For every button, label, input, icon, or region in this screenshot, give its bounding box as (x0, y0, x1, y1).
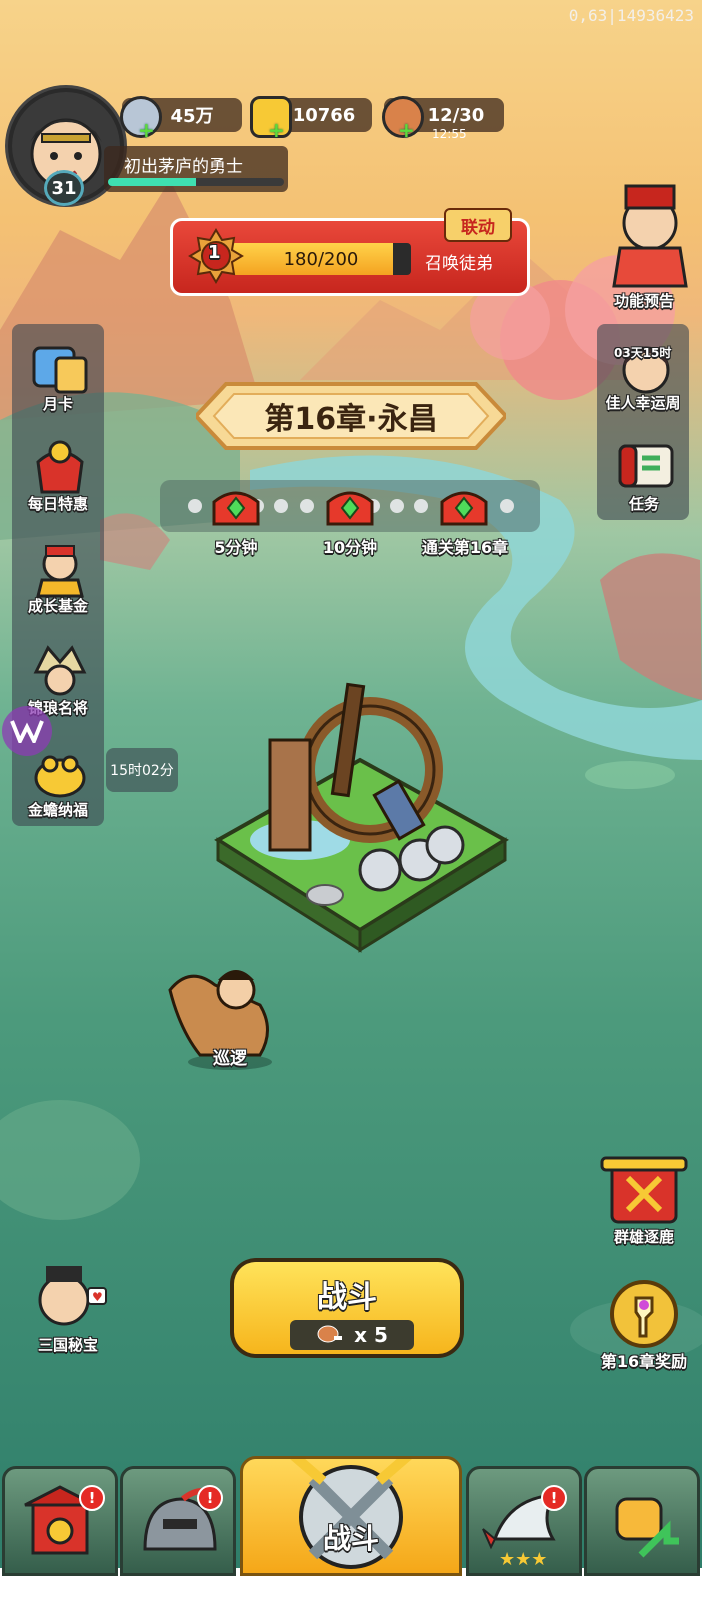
battle-button[interactable]: 战斗 x 5 (230, 1258, 464, 1358)
tab-battle-label: 战斗 (322, 1522, 379, 1555)
gold-plus-icon[interactable]: + (268, 118, 285, 142)
gold-value: 10766 (292, 104, 356, 126)
shop-gate-icon (24, 1485, 96, 1555)
quest-label: 任务 (628, 495, 659, 513)
progress-dot (188, 499, 202, 513)
left-menu-label-0: 月卡 (42, 395, 73, 413)
player-level: 31 (44, 170, 84, 206)
battle-label: 战斗 (317, 1280, 377, 1315)
battle-cost-value: x 5 (354, 1323, 388, 1347)
tab-shop[interactable]: ! (2, 1466, 118, 1576)
treasure-label: 三国秘宝 (37, 1336, 98, 1354)
progress-dot (300, 499, 314, 513)
xp-fill (108, 178, 196, 186)
meat-icon (317, 1325, 343, 1343)
tab-heroes[interactable]: ★★★ ! (466, 1466, 582, 1576)
debug-readout: 0,63|14936423 (568, 6, 694, 25)
tab-shop-badge: ! (79, 1485, 105, 1511)
silver-plus-icon[interactable]: + (138, 118, 155, 142)
tab-equipment-badge: ! (197, 1485, 223, 1511)
helmet-icon (143, 1488, 222, 1551)
tab-upgrade[interactable] (584, 1466, 700, 1576)
svg-text:★★★: ★★★ (499, 1549, 547, 1570)
chapter-title: 第16章·永昌 (264, 402, 438, 437)
left-menu-label-4: 金蟾纳福 (27, 801, 88, 819)
chest-icon[interactable] (210, 484, 262, 528)
horn-stars-icon: ★★★ (482, 1493, 556, 1570)
chapter-reward-track (160, 480, 540, 532)
arena-label: 群雄逐鹿 (613, 1228, 674, 1246)
chest-icon[interactable] (324, 484, 376, 528)
floating-assistant-button[interactable] (2, 706, 52, 756)
progress-dot (500, 499, 514, 513)
progress-dot (274, 499, 288, 513)
fist-upgrade-icon (615, 1497, 679, 1558)
reward-label-1: 10分钟 (322, 538, 378, 557)
summon-progress-text: 180/200 (283, 248, 359, 270)
chest-icon[interactable] (438, 484, 490, 528)
stamina-timer: 12:55 (432, 127, 467, 141)
collab-tag: 联动 (444, 208, 512, 242)
chapter-reward-key-icon[interactable] (598, 1278, 690, 1350)
battle-cost: x 5 (290, 1320, 414, 1350)
feature-preview-label: 功能预告 (613, 292, 674, 310)
reward-label-0: 5分钟 (214, 538, 258, 557)
toad-event-timer: 15时02分 (106, 748, 178, 792)
general-icon[interactable] (28, 642, 92, 700)
tab-equipment[interactable]: ! (120, 1466, 236, 1576)
stamina-plus-icon[interactable]: + (398, 118, 415, 142)
arena-banner-icon[interactable] (598, 1152, 690, 1226)
feature-preview-icon[interactable] (600, 178, 700, 288)
silver-value: 45万 (170, 106, 214, 127)
patrol-label: 巡逻 (213, 1049, 247, 1069)
treasure-character-icon[interactable]: ♥ (28, 1260, 108, 1332)
player-title: 初出茅庐的勇士 (124, 157, 243, 177)
xp-bar (108, 178, 284, 186)
stamina-value: 12/30 (427, 104, 485, 126)
progress-dot (414, 499, 428, 513)
svg-text:♥: ♥ (92, 1290, 103, 1304)
tab-battle[interactable]: 战斗 (240, 1451, 462, 1576)
rank-number: 1 (208, 242, 221, 263)
event-timer: 03天15时 (614, 346, 672, 360)
quest-scroll-icon[interactable] (614, 438, 678, 494)
reward-label-2: 通关第16章 (421, 538, 509, 557)
progress-dot (390, 499, 404, 513)
gift-bag-icon[interactable] (28, 438, 92, 496)
month-card-icon[interactable] (28, 340, 92, 398)
left-menu-label-2: 成长基金 (27, 597, 88, 615)
left-menu-label-1: 每日特惠 (27, 495, 88, 513)
fund-icon[interactable] (28, 540, 92, 598)
w-logo-icon (10, 720, 44, 743)
tab-heroes-badge: ! (541, 1485, 567, 1511)
summon-label: 召唤徒弟 (425, 254, 493, 274)
beauty-event-label: 佳人幸运周 (605, 394, 681, 412)
chapter-reward-label: 第16章奖励 (600, 1352, 688, 1371)
